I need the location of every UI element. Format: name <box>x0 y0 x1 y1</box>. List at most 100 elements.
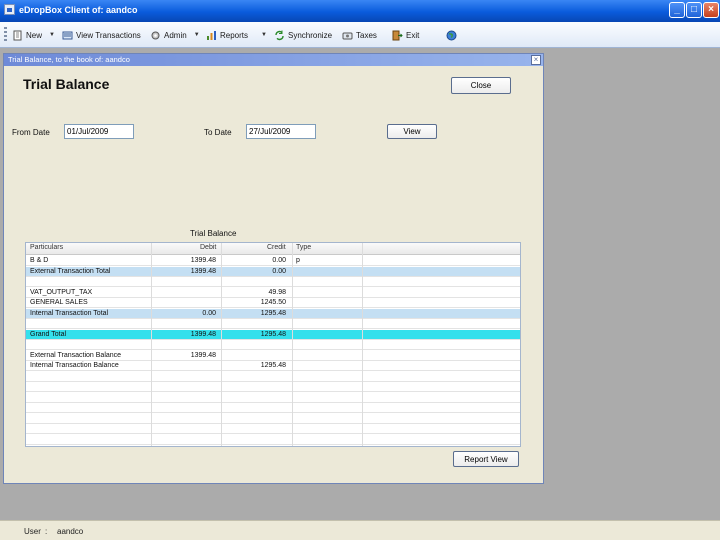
table-row[interactable] <box>26 277 520 287</box>
status-user-value: aandco <box>57 527 84 536</box>
toolbar-synchronize-button[interactable]: Synchronize <box>274 28 332 42</box>
column-header-type[interactable]: Type <box>296 244 311 251</box>
status-bar: User : aandco <box>0 520 720 540</box>
admin-icon <box>150 30 161 41</box>
toolbar-new-label: New <box>26 30 43 40</box>
app-titlebar: eDropBox Client of: aandco _ □ × <box>0 0 720 22</box>
page-title: Trial Balance <box>23 76 110 92</box>
cell-debit: 1399.48 <box>190 257 216 264</box>
status-separator: : <box>45 527 48 536</box>
table-row[interactable]: GENERAL SALES 1245.50 <box>26 298 520 308</box>
table-row[interactable] <box>26 435 520 445</box>
chevron-down-icon[interactable]: ▼ <box>261 32 267 38</box>
new-icon <box>12 30 23 41</box>
app-title: eDropBox Client of: aandco <box>19 5 138 15</box>
cell-credit: 49.98 <box>268 288 286 296</box>
close-button[interactable]: Close <box>451 77 511 94</box>
view-transactions-icon <box>62 30 73 41</box>
column-header-debit[interactable]: Debit <box>200 244 216 251</box>
toolbar-web-button[interactable] <box>446 28 457 42</box>
cell-credit: 1295.48 <box>260 362 286 369</box>
table-row[interactable] <box>26 372 520 382</box>
table-row[interactable] <box>26 424 520 434</box>
grid-header: Particulars Debit Credit Type <box>26 243 520 255</box>
app-icon <box>4 4 15 15</box>
to-date-field[interactable]: 27/Jul/2009 <box>246 124 316 139</box>
window-title: Trial Balance, to the book of: aandco <box>8 55 130 64</box>
minimize-button[interactable]: _ <box>669 2 685 18</box>
table-row[interactable]: Grand Total 1399.48 1295.48 <box>26 329 520 340</box>
table-row[interactable] <box>26 382 520 392</box>
cell-particulars: Internal Transaction Total <box>30 309 109 317</box>
trial-balance-grid[interactable]: Particulars Debit Credit Type B & D 1399.… <box>25 242 521 447</box>
toolbar-exit-label: Exit <box>406 30 420 40</box>
column-divider <box>221 243 222 446</box>
cell-particulars: External Transaction Balance <box>30 351 122 359</box>
main-toolbar: New ▼ View Transactions Admin ▼ Reports … <box>0 22 720 48</box>
from-date-label: From Date <box>12 128 50 137</box>
cell-particulars: Internal Transaction Balance <box>30 362 119 369</box>
cell-particulars: External Transaction Total <box>30 267 111 275</box>
cell-credit: 0.00 <box>272 267 286 275</box>
cell-particulars: VAT_OUTPUT_TAX <box>30 288 93 296</box>
synchronize-icon <box>274 30 285 41</box>
toolbar-reports-label: Reports <box>220 30 249 40</box>
cell-credit: 1295.48 <box>260 330 286 338</box>
cell-credit: 1295.48 <box>260 309 286 317</box>
column-divider <box>362 243 363 446</box>
table-row[interactable] <box>26 340 520 350</box>
to-date-label: To Date <box>204 128 232 137</box>
toolbar-exit-button[interactable]: Exit <box>392 28 419 42</box>
cell-credit: 1245.50 <box>260 299 286 306</box>
column-header-credit[interactable]: Credit <box>267 244 286 251</box>
reports-icon <box>206 30 217 41</box>
table-row[interactable]: External Transaction Total 1399.48 0.00 <box>26 266 520 277</box>
window-titlebar[interactable]: Trial Balance, to the book of: aandco × <box>4 54 543 66</box>
window-close-button[interactable]: × <box>531 55 541 65</box>
column-divider <box>151 243 152 446</box>
cell-debit: 0.00 <box>202 309 216 317</box>
toolbar-admin-button[interactable]: Admin ▼ <box>150 28 200 42</box>
cell-type: p <box>296 257 300 264</box>
table-row[interactable]: External Transaction Balance 1399.48 <box>26 351 520 361</box>
table-row[interactable]: B & D 1399.48 0.00 p <box>26 256 520 266</box>
toolbar-view-transactions-label: View Transactions <box>76 30 141 40</box>
cell-debit: 1399.48 <box>190 351 216 359</box>
toolbar-reports-button[interactable]: Reports ▼ <box>206 28 267 42</box>
toolbar-taxes-label: Taxes <box>356 30 377 40</box>
cell-particulars: GENERAL SALES <box>30 299 88 306</box>
toolbar-view-transactions-button[interactable]: View Transactions <box>62 28 141 42</box>
cell-debit: 1399.48 <box>190 330 216 338</box>
table-row[interactable]: Internal Transaction Total 0.00 1295.48 <box>26 308 520 319</box>
column-header-particulars[interactable]: Particulars <box>30 244 63 251</box>
close-app-button[interactable]: × <box>703 2 719 18</box>
cell-particulars: Grand Total <box>30 330 67 338</box>
trial-balance-window: Trial Balance, to the book of: aandco × … <box>3 53 544 484</box>
from-date-field[interactable]: 01/Jul/2009 <box>64 124 134 139</box>
toolbar-admin-label: Admin <box>164 30 187 40</box>
report-title: Trial Balance <box>190 229 237 238</box>
table-row[interactable]: VAT_OUTPUT_TAX 49.98 <box>26 288 520 298</box>
taxes-icon <box>342 30 353 41</box>
column-divider <box>292 243 293 446</box>
cell-debit: 1399.48 <box>190 267 216 275</box>
toolbar-grip[interactable] <box>4 27 7 43</box>
exit-icon <box>392 30 403 41</box>
table-row[interactable] <box>26 319 520 329</box>
chevron-down-icon[interactable]: ▼ <box>194 32 200 38</box>
chevron-down-icon[interactable]: ▼ <box>49 32 55 38</box>
table-row[interactable]: Internal Transaction Balance 1295.48 <box>26 361 520 371</box>
toolbar-synchronize-label: Synchronize <box>288 30 333 40</box>
status-user-label: User <box>24 527 41 536</box>
view-button[interactable]: View <box>387 124 437 139</box>
globe-icon <box>446 30 457 41</box>
toolbar-new-button[interactable]: New ▼ <box>12 28 55 42</box>
cell-particulars: B & D <box>30 257 49 264</box>
report-view-button[interactable]: Report View <box>453 451 519 467</box>
table-row[interactable] <box>26 414 520 424</box>
toolbar-taxes-button[interactable]: Taxes <box>342 28 377 42</box>
cell-credit: 0.00 <box>272 257 286 264</box>
maximize-button[interactable]: □ <box>686 2 702 18</box>
table-row[interactable] <box>26 403 520 413</box>
table-row[interactable] <box>26 393 520 403</box>
